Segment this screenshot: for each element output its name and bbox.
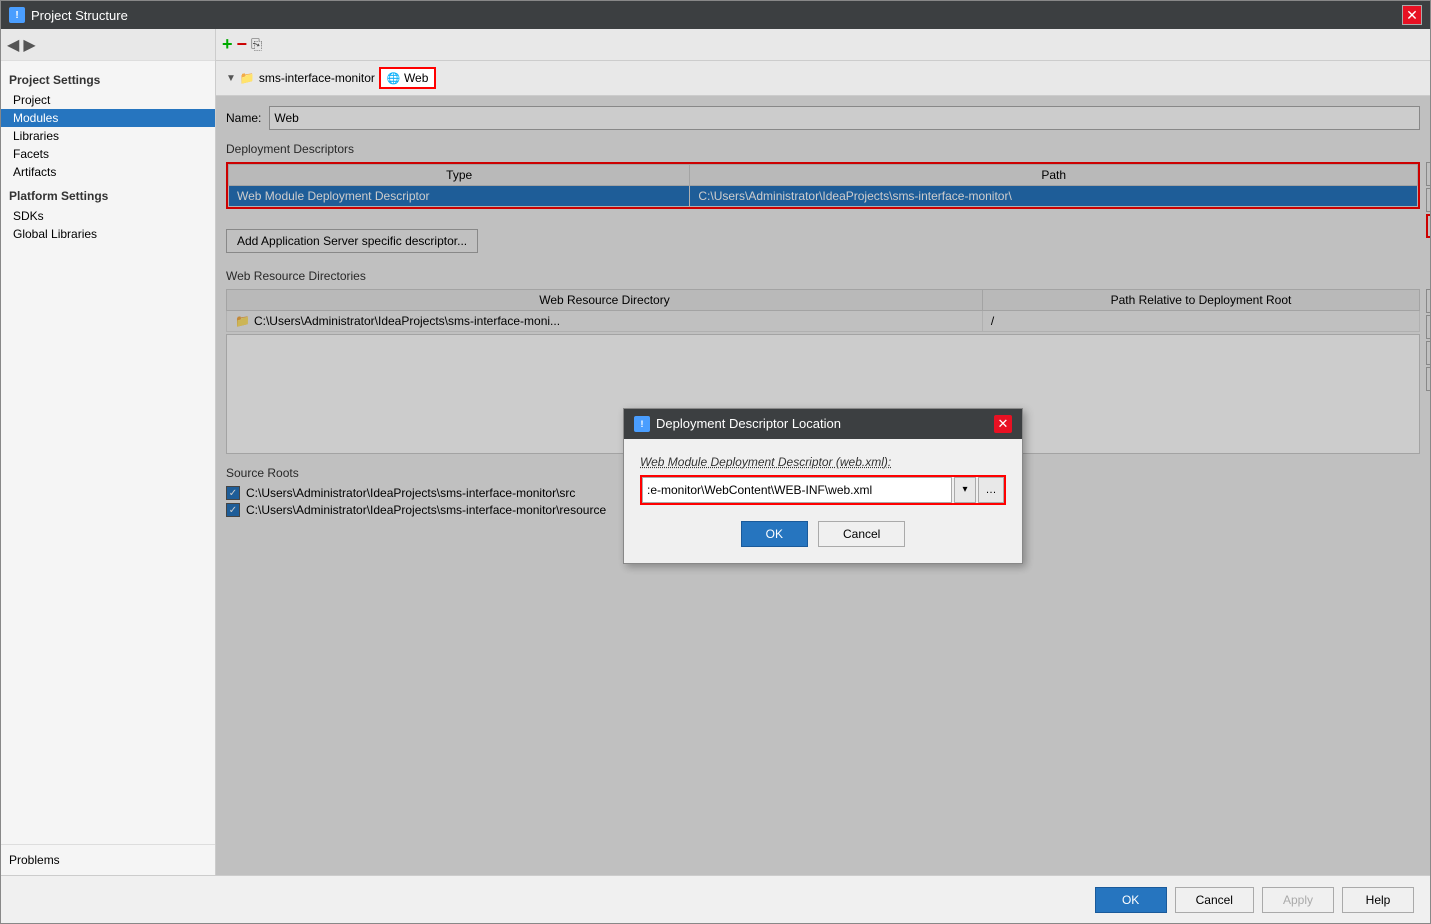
dialog-path-input[interactable] xyxy=(642,477,952,503)
project-settings-header: Project Settings xyxy=(1,65,215,91)
close-button[interactable]: ✕ xyxy=(1402,5,1422,25)
cancel-button[interactable]: Cancel xyxy=(1175,887,1254,913)
module-header: ▼ 📁 sms-interface-monitor 🌐 Web xyxy=(216,61,1430,96)
sidebar-item-global-libraries[interactable]: Global Libraries xyxy=(1,225,215,243)
forward-icon[interactable]: ▶ xyxy=(23,35,35,55)
project-structure-window: ! Project Structure ✕ ◀ ▶ Project Settin… xyxy=(0,0,1431,924)
module-parent-label: sms-interface-monitor xyxy=(259,71,375,85)
dialog-icon: ! xyxy=(634,416,650,432)
facets-label: Facets xyxy=(13,147,49,161)
bottom-bar: OK Cancel Apply Help xyxy=(1,875,1430,923)
dialog-ok-button[interactable]: OK xyxy=(741,521,808,547)
content-area: Name: Deployment Descriptors Type Path xyxy=(216,96,1430,875)
module-toolbar: + − ⎘ xyxy=(216,29,1430,61)
dialog-title-bar: ! Deployment Descriptor Location ✕ xyxy=(624,409,1022,439)
dialog-title-label: Deployment Descriptor Location xyxy=(656,416,841,431)
title-bar: ! Project Structure ✕ xyxy=(1,1,1430,29)
back-icon[interactable]: ◀ xyxy=(7,35,19,55)
dialog-close-button[interactable]: ✕ xyxy=(994,415,1012,433)
copy-module-button[interactable]: ⎘ xyxy=(251,36,262,53)
module-tree: ▼ 📁 sms-interface-monitor 🌐 Web xyxy=(226,67,436,89)
artifacts-label: Artifacts xyxy=(13,165,56,179)
web-module-icon: 🌐 xyxy=(387,73,401,85)
dialog-overlay: ! Deployment Descriptor Location ✕ Web M… xyxy=(216,96,1430,875)
sidebar: ◀ ▶ Project Settings Project Modules Lib… xyxy=(1,29,216,875)
web-module-label: Web xyxy=(404,71,428,85)
deployment-descriptor-dialog: ! Deployment Descriptor Location ✕ Web M… xyxy=(623,408,1023,564)
problems-section: Problems xyxy=(1,844,215,875)
main-content: ◀ ▶ Project Settings Project Modules Lib… xyxy=(1,29,1430,875)
right-panel: + − ⎘ ▼ 📁 sms-interface-monitor 🌐 Web xyxy=(216,29,1430,875)
dialog-dropdown-button[interactable]: ▾ xyxy=(954,477,976,503)
apply-button[interactable]: Apply xyxy=(1262,887,1334,913)
platform-settings-header: Platform Settings xyxy=(1,181,215,207)
global-libraries-label: Global Libraries xyxy=(13,227,97,241)
dialog-buttons: OK Cancel xyxy=(640,521,1006,547)
add-module-button[interactable]: + xyxy=(222,34,233,55)
web-module-node[interactable]: 🌐 Web xyxy=(379,67,437,89)
sidebar-tree: Project Settings Project Modules Librari… xyxy=(1,61,215,844)
dialog-content: Web Module Deployment Descriptor (web.xm… xyxy=(624,439,1022,563)
sidebar-item-modules[interactable]: Modules xyxy=(1,109,215,127)
dialog-input-row: ▾ … xyxy=(640,475,1006,505)
help-button[interactable]: Help xyxy=(1342,887,1414,913)
modules-label: Modules xyxy=(13,111,58,125)
window-title: Project Structure xyxy=(31,8,128,23)
folder-icon: 📁 xyxy=(240,71,255,85)
ok-button[interactable]: OK xyxy=(1095,887,1167,913)
remove-module-button[interactable]: − xyxy=(237,34,248,55)
sidebar-item-facets[interactable]: Facets xyxy=(1,145,215,163)
sidebar-item-project[interactable]: Project xyxy=(1,91,215,109)
dialog-cancel-button[interactable]: Cancel xyxy=(818,521,905,547)
sdks-label: SDKs xyxy=(13,209,44,223)
sidebar-item-sdks[interactable]: SDKs xyxy=(1,207,215,225)
dialog-title-left: ! Deployment Descriptor Location xyxy=(634,416,841,432)
problems-label: Problems xyxy=(9,853,60,867)
sidebar-item-artifacts[interactable]: Artifacts xyxy=(1,163,215,181)
collapse-arrow[interactable]: ▼ xyxy=(226,73,236,84)
sidebar-item-libraries[interactable]: Libraries xyxy=(1,127,215,145)
dialog-descriptor-label: Web Module Deployment Descriptor (web.xm… xyxy=(640,455,1006,469)
sidebar-toolbar: ◀ ▶ xyxy=(1,29,215,61)
window-icon: ! xyxy=(9,7,25,23)
title-bar-left: ! Project Structure xyxy=(9,7,128,23)
dialog-browse-button[interactable]: … xyxy=(978,477,1004,503)
libraries-label: Libraries xyxy=(13,129,59,143)
project-label: Project xyxy=(13,93,50,107)
